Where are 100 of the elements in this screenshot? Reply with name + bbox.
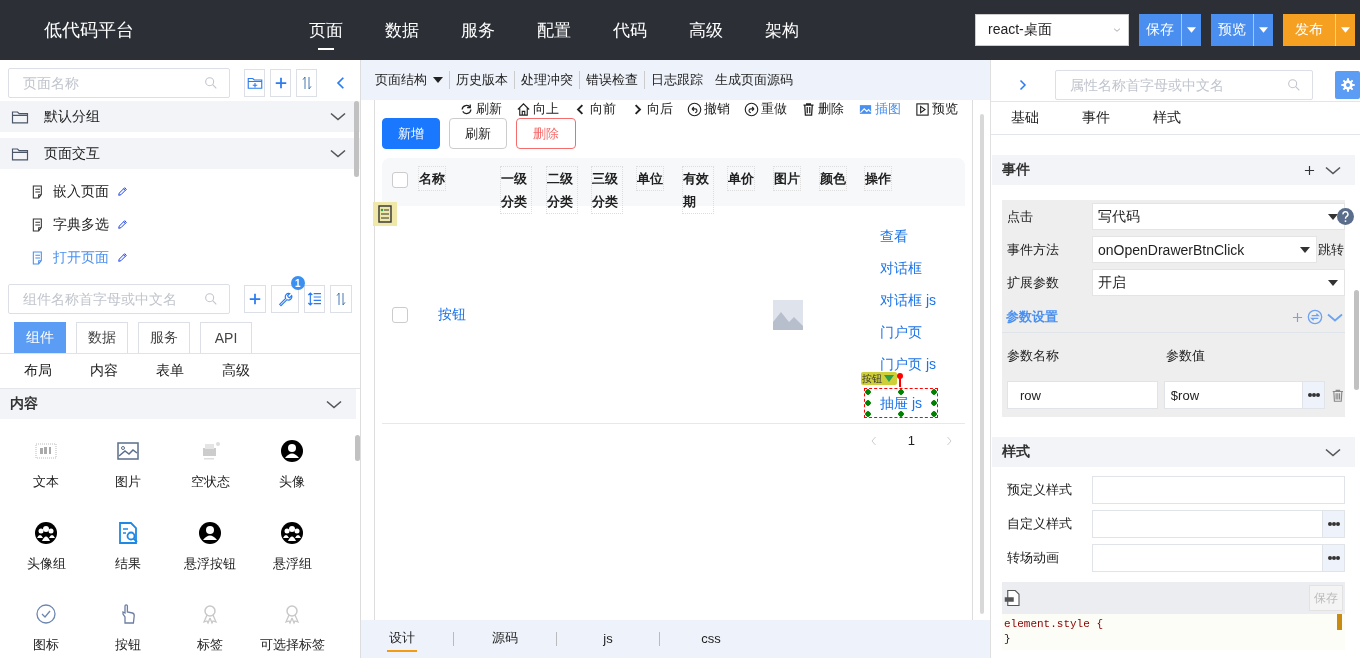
page-group[interactable]: 页面交互 bbox=[0, 138, 360, 169]
sort-button[interactable] bbox=[330, 285, 352, 313]
platform-select[interactable]: react-桌面 bbox=[975, 14, 1129, 46]
table-settings-icon[interactable] bbox=[373, 202, 397, 226]
nav-tab[interactable]: 架构 bbox=[764, 0, 800, 60]
settings-button[interactable] bbox=[1335, 70, 1360, 99]
page-number[interactable]: 1 bbox=[907, 433, 915, 448]
search-field[interactable]: 属性名称首字母或中文名 bbox=[1055, 69, 1313, 100]
add-button[interactable] bbox=[244, 285, 266, 313]
toolbar-button[interactable]: 删除 bbox=[801, 100, 844, 118]
view-tab[interactable]: 设计 bbox=[387, 626, 417, 652]
menu-item[interactable]: 历史版本 bbox=[450, 71, 515, 89]
category-tab[interactable]: 表单 bbox=[156, 362, 222, 380]
page-group[interactable]: 默认分组 bbox=[0, 101, 360, 132]
nav-tab[interactable]: 数据 bbox=[384, 0, 420, 60]
nav-tab[interactable]: 代码 bbox=[612, 0, 648, 60]
select-field[interactable]: 开启 bbox=[1092, 269, 1345, 296]
more-button[interactable] bbox=[1302, 382, 1325, 408]
checkbox[interactable] bbox=[392, 306, 408, 323]
component-item[interactable]: 可选择标签 bbox=[251, 594, 333, 658]
input-field[interactable] bbox=[1092, 509, 1345, 538]
search-input[interactable]: 属性名称首字母或中文名 bbox=[1068, 75, 1286, 94]
pencil-icon[interactable] bbox=[116, 251, 129, 264]
view-tab[interactable]: css bbox=[696, 626, 726, 652]
section-header[interactable]: 事件 bbox=[992, 155, 1355, 185]
name-link[interactable]: 按钮 bbox=[438, 305, 466, 324]
view-tab[interactable]: 源码 bbox=[490, 626, 520, 652]
component-item[interactable]: 悬浮按钮 bbox=[169, 512, 251, 577]
help-icon[interactable] bbox=[1337, 208, 1354, 225]
menu-item[interactable]: 页面结构 bbox=[369, 71, 450, 89]
toolbar-button[interactable]: 预览 bbox=[915, 100, 958, 118]
scrollbar[interactable] bbox=[354, 101, 359, 177]
trash-icon[interactable] bbox=[1331, 387, 1345, 403]
properties-tab[interactable]: 基础 bbox=[1011, 109, 1039, 127]
panel-tab[interactable]: 数据 bbox=[76, 322, 128, 353]
component-item[interactable]: 标签 bbox=[169, 594, 251, 658]
properties-tab[interactable]: 事件 bbox=[1082, 109, 1110, 127]
nav-tab[interactable]: 配置 bbox=[536, 0, 572, 60]
form-button[interactable]: 刷新 bbox=[449, 118, 507, 149]
search-input[interactable]: 组件名称首字母或中文名 bbox=[21, 290, 203, 308]
nav-tab[interactable]: 高级 bbox=[688, 0, 724, 60]
menu-item[interactable]: 错误检查 bbox=[580, 71, 645, 89]
toolbar-button[interactable]: 撤销 bbox=[687, 100, 730, 118]
wrench-button[interactable] bbox=[270, 285, 299, 313]
section-header[interactable]: 样式 bbox=[992, 437, 1355, 467]
input-field[interactable] bbox=[1092, 475, 1345, 504]
rotate-handle[interactable] bbox=[897, 373, 903, 387]
toolbar-button[interactable]: 刷新 bbox=[459, 100, 502, 118]
view-tab[interactable]: js bbox=[593, 626, 623, 652]
pencil-icon[interactable] bbox=[116, 218, 129, 231]
input-field[interactable] bbox=[1092, 543, 1345, 572]
category-tab[interactable]: 内容 bbox=[90, 362, 156, 380]
action-link[interactable]: 抽屉 js bbox=[880, 389, 922, 417]
component-item[interactable]: 空状态 bbox=[169, 431, 251, 495]
scrollbar[interactable] bbox=[355, 435, 360, 461]
toolbar-button[interactable]: 向上 bbox=[516, 100, 559, 118]
search-field[interactable]: 页面名称 bbox=[8, 68, 230, 98]
toolbar-button[interactable]: 重做 bbox=[744, 100, 787, 118]
checkbox[interactable] bbox=[392, 172, 408, 188]
pencil-icon[interactable] bbox=[116, 185, 129, 198]
selection-frame[interactable]: 抽屉 js bbox=[864, 388, 938, 418]
nav-tab[interactable]: 页面 bbox=[308, 0, 344, 60]
plus-icon[interactable] bbox=[1304, 164, 1315, 176]
component-item[interactable]: 头像组 bbox=[5, 512, 87, 577]
panel-tab[interactable]: API bbox=[200, 322, 252, 353]
menu-item[interactable]: 日志跟踪 bbox=[645, 71, 709, 89]
component-item[interactable]: 头像 bbox=[251, 431, 333, 495]
select-field[interactable]: onOpenDrawerBtnClick bbox=[1092, 236, 1317, 263]
search-field[interactable]: 组件名称首字母或中文名 bbox=[8, 284, 230, 314]
panel-tab[interactable]: 服务 bbox=[138, 322, 190, 353]
dropdown-button[interactable] bbox=[1253, 14, 1273, 46]
add-folder-button[interactable] bbox=[244, 69, 265, 97]
search-input[interactable]: 页面名称 bbox=[21, 74, 203, 92]
component-item[interactable]: 图标 bbox=[5, 594, 87, 658]
page-item[interactable]: 字典多选 bbox=[0, 208, 360, 241]
menu-item[interactable]: 生成页面源码 bbox=[709, 71, 799, 89]
properties-tab[interactable]: 样式 bbox=[1153, 109, 1181, 127]
scrollbar[interactable] bbox=[1354, 290, 1359, 390]
jump-link[interactable]: 跳转 bbox=[1317, 240, 1345, 259]
dropdown-button[interactable] bbox=[1181, 14, 1201, 46]
indent-button[interactable] bbox=[303, 285, 326, 313]
component-item[interactable]: 文本 bbox=[5, 431, 87, 495]
dropdown-button[interactable] bbox=[1335, 14, 1355, 46]
menu-item[interactable]: 处理冲突 bbox=[515, 71, 580, 89]
component-tag[interactable]: 按钮 bbox=[861, 372, 897, 385]
input-field[interactable]: row bbox=[1007, 381, 1158, 409]
action-link[interactable]: 查看 bbox=[880, 220, 908, 252]
sort-button[interactable] bbox=[296, 69, 317, 97]
scrollbar[interactable] bbox=[980, 114, 984, 614]
page-item[interactable]: 嵌入页面 bbox=[0, 175, 360, 208]
swap-circle-icon[interactable] bbox=[1307, 309, 1323, 325]
action-link[interactable]: 对话框 js bbox=[880, 284, 936, 316]
more-button[interactable] bbox=[1322, 510, 1344, 537]
input-field[interactable]: $row bbox=[1163, 381, 1326, 409]
toolbar-button[interactable]: 向前 bbox=[573, 100, 616, 118]
add-button[interactable] bbox=[270, 69, 291, 97]
component-item[interactable]: 悬浮组 bbox=[251, 512, 333, 577]
select-field[interactable]: 写代码 bbox=[1092, 203, 1345, 230]
category-tab[interactable]: 布局 bbox=[24, 362, 90, 380]
nav-tab[interactable]: 服务 bbox=[460, 0, 496, 60]
